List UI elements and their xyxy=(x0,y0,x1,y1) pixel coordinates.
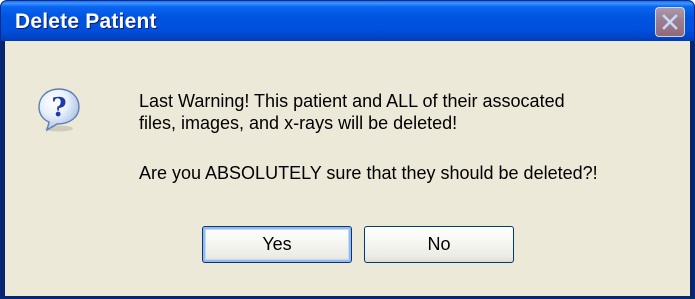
dialog-body: ? Last Warning! This patient and ALL of … xyxy=(5,41,690,296)
message-line-2: files, images, and x-rays will be delete… xyxy=(139,113,458,133)
close-icon xyxy=(662,14,678,30)
yes-button[interactable]: Yes xyxy=(202,226,352,263)
confirmation-question: Are you ABSOLUTELY sure that they should… xyxy=(139,163,598,183)
svg-text:?: ? xyxy=(51,93,66,123)
window-title: Delete Patient xyxy=(15,10,157,33)
message-line-1: Last Warning! This patient and ALL of th… xyxy=(139,91,565,111)
title-bar[interactable]: Delete Patient xyxy=(1,1,694,41)
delete-patient-dialog: Delete Patient ? Last Warning! This pati… xyxy=(0,0,695,299)
question-icon: ? xyxy=(38,88,80,132)
close-button[interactable] xyxy=(655,7,685,37)
no-button[interactable]: No xyxy=(364,226,514,263)
